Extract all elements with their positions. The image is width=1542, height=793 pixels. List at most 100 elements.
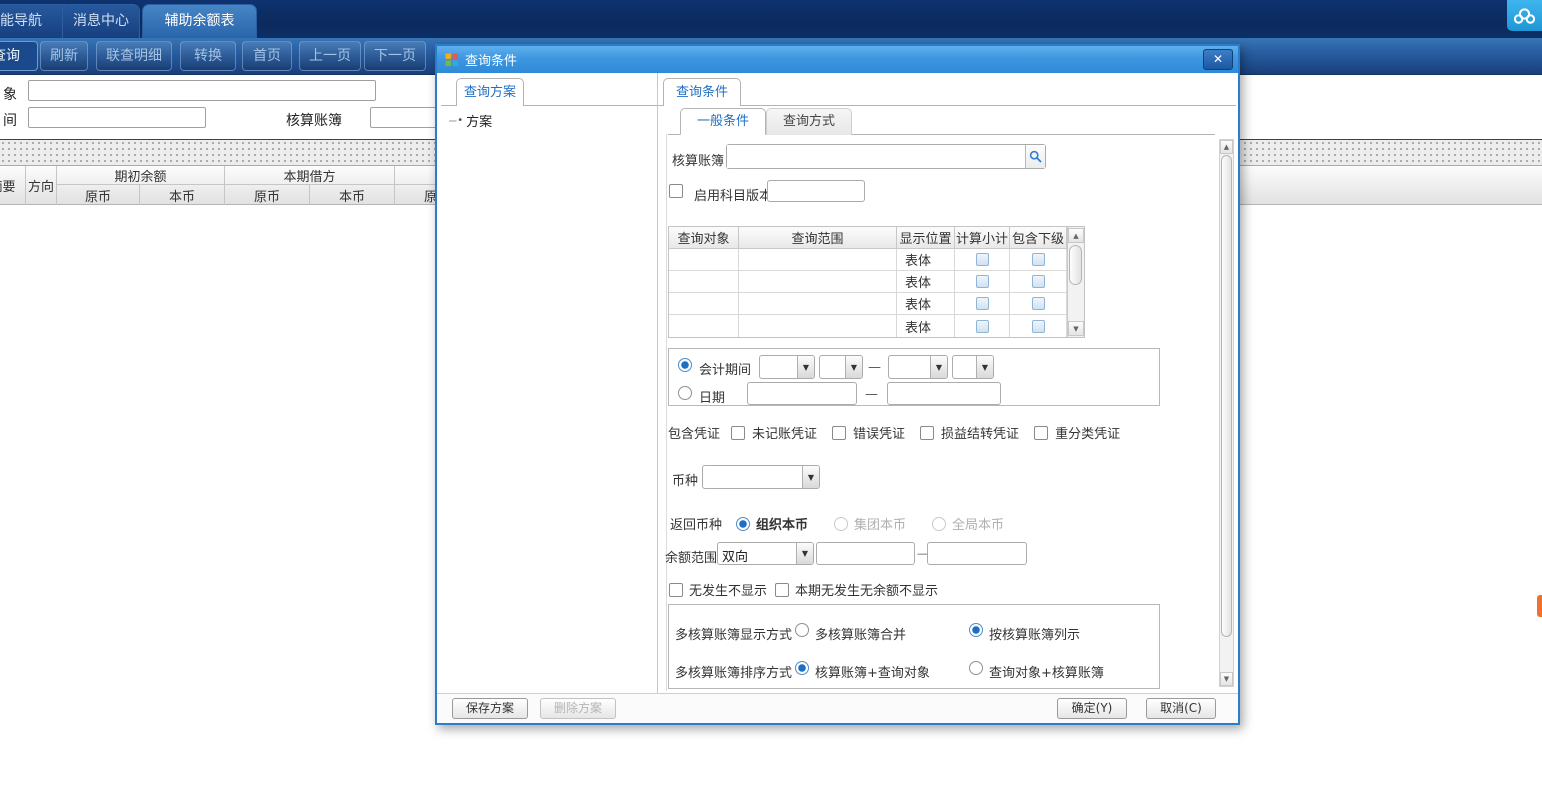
col-opening-orig-currency[interactable]: 原币 <box>57 185 140 205</box>
toolbar-first-page-button[interactable]: 首页 <box>242 41 292 71</box>
grid-scroll-thumb[interactable] <box>1069 245 1082 285</box>
grid-scrollbar[interactable]: ▲ ▼ <box>1067 227 1084 337</box>
org-currency-radio[interactable] <box>736 517 750 531</box>
subtotal-checkbox[interactable] <box>976 297 989 310</box>
filter-period-input[interactable] <box>28 107 206 128</box>
dialog-title-bar[interactable]: 查询条件 ✕ <box>437 46 1238 73</box>
by-ledger-list-radio[interactable] <box>969 623 983 637</box>
grid-row-position-cell[interactable]: 表体 <box>897 249 955 271</box>
cancel-button[interactable]: 取消(C) <box>1146 698 1216 719</box>
grid-row-object-cell[interactable] <box>669 249 739 271</box>
grid-row-position-cell[interactable]: 表体 <box>897 315 955 337</box>
cloud-logo-button[interactable] <box>1507 0 1542 31</box>
delete-plan-button[interactable]: 删除方案 <box>540 698 616 719</box>
multi-ledger-merge-radio[interactable] <box>795 623 809 637</box>
scroll-up-arrow[interactable]: ▲ <box>1220 140 1233 154</box>
currency-dropdown[interactable]: ▼ <box>702 465 820 489</box>
no-activity-hide-checkbox[interactable] <box>669 583 683 597</box>
include-children-checkbox[interactable] <box>1032 297 1045 310</box>
grid-col-display-position[interactable]: 显示位置 <box>897 227 955 249</box>
group-currency-label: 集团本币 <box>854 514 906 533</box>
grid-row-object-cell[interactable] <box>669 315 739 337</box>
subtotal-checkbox[interactable] <box>976 320 989 333</box>
grid-row-range-cell[interactable] <box>739 315 897 337</box>
balance-range-to-input[interactable] <box>927 542 1027 565</box>
scroll-down-arrow[interactable]: ▼ <box>1220 672 1233 686</box>
tab-general-conditions[interactable]: 一般条件 <box>680 108 766 135</box>
grid-col-include-children[interactable]: 包含下级 <box>1010 227 1067 249</box>
include-children-checkbox[interactable] <box>1032 253 1045 266</box>
grid-row-range-cell[interactable] <box>739 271 897 293</box>
include-children-checkbox[interactable] <box>1032 320 1045 333</box>
period-to-period-dropdown[interactable]: ▼ <box>952 355 994 379</box>
grid-col-query-object[interactable]: 查询对象 <box>669 227 739 249</box>
org-currency-label: 组织本币 <box>756 514 808 533</box>
balance-range-label: 余额范围 <box>665 547 717 566</box>
subtotal-checkbox[interactable] <box>976 253 989 266</box>
grid-row-range-cell[interactable] <box>739 293 897 315</box>
plan-tree-item[interactable]: ─ • 方案 <box>449 111 492 130</box>
grid-col-subtotal[interactable]: 计算小计 <box>955 227 1010 249</box>
tab-query-condition[interactable]: 查询条件 <box>663 78 741 106</box>
fiscal-period-radio[interactable] <box>678 358 692 372</box>
no-activity-no-balance-hide-checkbox[interactable] <box>775 583 789 597</box>
ledger-search-button[interactable] <box>1025 145 1045 168</box>
ledger-object-sort-radio[interactable] <box>795 661 809 675</box>
grid-col-query-range[interactable]: 查询范围 <box>739 227 897 249</box>
dialog-close-button[interactable]: ✕ <box>1203 49 1233 70</box>
toolbar-next-page-button[interactable]: 下一页 <box>364 41 426 71</box>
grid-row-range-cell[interactable] <box>739 249 897 271</box>
filter-object-input[interactable] <box>28 80 376 101</box>
tab-query-plan[interactable]: 查询方案 <box>456 78 524 106</box>
col-summary[interactable]: 摘要 <box>0 166 26 205</box>
date-from-input[interactable] <box>747 382 857 405</box>
edge-widget-sliver[interactable] <box>1537 595 1542 617</box>
grid-row-position-cell[interactable]: 表体 <box>897 271 955 293</box>
period-to-year-dropdown[interactable]: ▼ <box>888 355 948 379</box>
unposted-voucher-checkbox[interactable] <box>731 426 745 440</box>
pl-carryover-voucher-checkbox[interactable] <box>920 426 934 440</box>
nav-tab-aux-balance[interactable]: 辅助余额表 <box>142 4 257 38</box>
global-currency-label: 全局本币 <box>952 514 1004 533</box>
save-plan-button[interactable]: 保存方案 <box>452 698 528 719</box>
scroll-thumb[interactable] <box>1221 155 1232 637</box>
enable-subject-version-checkbox[interactable] <box>669 184 683 198</box>
col-debit-orig-currency[interactable]: 原币 <box>225 185 310 205</box>
tab-query-method[interactable]: 查询方式 <box>766 108 852 135</box>
subject-version-input[interactable] <box>767 180 865 202</box>
no-activity-hide-label: 无发生不显示 <box>689 580 767 599</box>
dialog-scrollbar[interactable]: ▲ ▼ <box>1219 139 1234 687</box>
reclass-voucher-checkbox[interactable] <box>1034 426 1048 440</box>
grid-scroll-up-arrow[interactable]: ▲ <box>1068 228 1084 243</box>
period-from-period-dropdown[interactable]: ▼ <box>819 355 863 379</box>
grid-row-position-cell[interactable]: 表体 <box>897 293 955 315</box>
grid-row-object-cell[interactable] <box>669 271 739 293</box>
toolbar-linked-detail-button[interactable]: 联查明细 <box>96 41 172 71</box>
subtotal-checkbox[interactable] <box>976 275 989 288</box>
nav-tab-message-center[interactable]: 消息中心 <box>62 4 140 38</box>
error-voucher-checkbox[interactable] <box>832 426 846 440</box>
ok-button[interactable]: 确定(Y) <box>1057 698 1127 719</box>
global-currency-radio[interactable] <box>932 517 946 531</box>
period-from-year-dropdown[interactable]: ▼ <box>759 355 815 379</box>
date-radio[interactable] <box>678 386 692 400</box>
col-opening-local-currency[interactable]: 本币 <box>140 185 225 205</box>
balance-range-from-input[interactable] <box>816 542 915 565</box>
group-currency-radio[interactable] <box>834 517 848 531</box>
col-direction[interactable]: 方向 <box>26 166 57 205</box>
date-to-input[interactable] <box>887 382 1001 405</box>
grid-row-object-cell[interactable] <box>669 293 739 315</box>
toolbar-prev-page-button[interactable]: 上一页 <box>299 41 361 71</box>
toolbar-query-button[interactable]: 查询 <box>0 41 38 71</box>
tree-branch-line: ─ <box>449 114 456 128</box>
col-group-opening-balance[interactable]: 期初余额 <box>57 166 225 185</box>
toolbar-convert-button[interactable]: 转换 <box>180 41 236 71</box>
col-debit-local-currency[interactable]: 本币 <box>310 185 395 205</box>
col-group-current-debit[interactable]: 本期借方 <box>225 166 395 185</box>
ledger-search-input[interactable] <box>727 145 1025 168</box>
object-ledger-sort-radio[interactable] <box>969 661 983 675</box>
toolbar-refresh-button[interactable]: 刷新 <box>40 41 88 71</box>
include-children-checkbox[interactable] <box>1032 275 1045 288</box>
balance-range-dropdown[interactable]: 双向▼ <box>717 542 814 565</box>
grid-scroll-down-arrow[interactable]: ▼ <box>1068 321 1084 336</box>
